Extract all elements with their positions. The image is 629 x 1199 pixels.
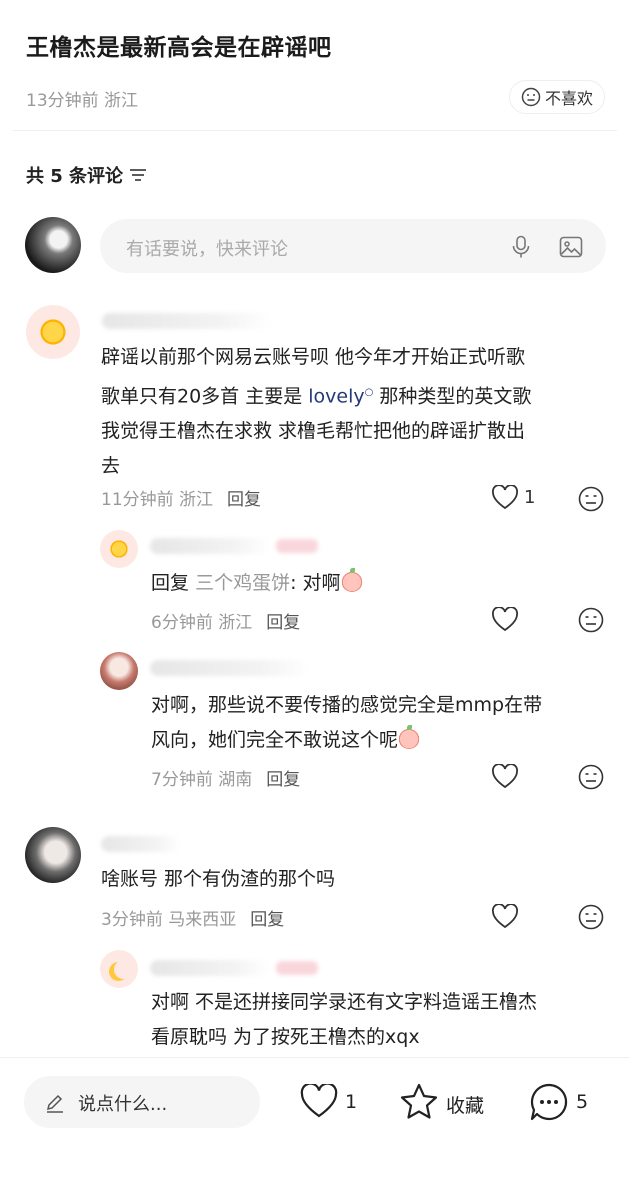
star-icon[interactable]	[398, 1081, 440, 1121]
reply-button[interactable]: 回复	[266, 765, 300, 790]
comment-line: 看原耽吗 为了按死王橹杰的xqx	[151, 1026, 420, 1048]
reply-to-user[interactable]: 三个鸡蛋饼	[195, 572, 290, 594]
author-badge-blurred	[276, 961, 318, 975]
neutral-face-icon[interactable]	[577, 903, 604, 930]
search-icon: ○	[364, 387, 374, 398]
username-blurred	[101, 836, 181, 852]
comment-time: 11分钟前	[101, 490, 174, 510]
say-something-placeholder: 说点什么...	[78, 1094, 168, 1115]
dislike-button[interactable]: 不喜欢	[509, 80, 605, 114]
post-time: 13分钟前	[26, 91, 99, 111]
comment-location: 马来西亚	[168, 910, 237, 930]
comment-text: 啥账号 那个有伪渣的那个吗	[101, 868, 336, 890]
heart-icon[interactable]	[490, 606, 520, 634]
post-like-count: 1	[345, 1091, 358, 1113]
username-blurred	[150, 660, 310, 676]
comment-input-placeholder: 有话要说，快来评论	[126, 239, 288, 260]
comment-line: 风向，她们完全不敢说这个呢	[151, 723, 611, 758]
comment-count-header[interactable]: 共 5 条评论	[26, 162, 147, 188]
heart-icon[interactable]	[298, 1083, 340, 1121]
reply-button[interactable]: 回复	[227, 485, 261, 510]
comment-time: 7分钟前	[151, 770, 213, 790]
heart-icon[interactable]	[490, 484, 520, 512]
chat-bubble-icon[interactable]	[528, 1081, 570, 1123]
peach-emoji-icon	[340, 568, 363, 592]
favorite-label[interactable]: 收藏	[446, 1091, 484, 1118]
comment-text: 回复 三个鸡蛋饼: 对啊	[151, 566, 363, 601]
comment-meta: 7分钟前 湖南 回复	[151, 765, 300, 790]
reply-prefix: 回复	[151, 572, 190, 594]
neutral-face-icon[interactable]	[577, 485, 604, 512]
comment-count-label: 共 5 条评论	[26, 166, 124, 187]
author-badge-blurred	[276, 539, 318, 553]
heart-icon[interactable]	[490, 763, 520, 791]
comment-text: 对啊 不是还拼接同学录还有文字料造谣王橹杰 看原耽吗 为了按死王橹杰的xqx	[151, 985, 611, 1055]
heart-icon[interactable]	[490, 903, 520, 931]
comment-text: 辟谣以前那个网易云账号呗 他今年才开始正式听歌 歌单只有20多首 主要是 lov…	[101, 340, 611, 484]
sort-icon	[130, 169, 147, 181]
username-blurred	[150, 538, 270, 554]
peach-emoji-icon	[398, 725, 421, 749]
comment-line: 歌单只有20多首 主要是 lovely○ 那种类型的英文歌	[101, 375, 611, 414]
avatar[interactable]	[100, 530, 138, 568]
comment-time: 3分钟前	[101, 910, 163, 930]
dislike-label: 不喜欢	[544, 89, 593, 108]
post-location: 浙江	[104, 91, 139, 111]
avatar[interactable]	[25, 827, 81, 883]
neutral-face-icon[interactable]	[577, 606, 604, 633]
comment-meta: 11分钟前 浙江 回复	[101, 485, 261, 510]
divider	[12, 130, 617, 131]
comment-line: 对啊 不是还拼接同学录还有文字料造谣王橹杰	[151, 991, 538, 1013]
like-count: 1	[524, 487, 536, 508]
comment-line: 对啊，那些说不要传播的感觉完全是mmp在带	[151, 694, 543, 716]
avatar[interactable]	[100, 652, 138, 690]
comment-line-part: 那种类型的英文歌	[379, 385, 532, 408]
comment-time: 6分钟前	[151, 613, 213, 633]
avatar[interactable]	[100, 950, 138, 988]
mic-icon[interactable]	[509, 234, 533, 260]
neutral-face-icon[interactable]	[577, 763, 604, 790]
avatar[interactable]	[26, 305, 80, 359]
comment-line-part: 歌单只有20多首 主要是	[101, 385, 303, 408]
comment-meta: 6分钟前 浙江 回复	[151, 608, 300, 633]
comment-text: 对啊，那些说不要传播的感觉完全是mmp在带 风向，她们完全不敢说这个呢	[151, 688, 611, 758]
comment-line: 我觉得王橹杰在求救 求橹毛帮忙把他的辟谣扩散出	[101, 420, 526, 443]
post-meta: 13分钟前 浙江	[26, 86, 138, 111]
comment-location: 浙江	[179, 490, 214, 510]
reply-button[interactable]: 回复	[266, 608, 300, 633]
comment-location: 浙江	[218, 613, 253, 633]
post-comment-count: 5	[576, 1091, 589, 1113]
reply-button[interactable]: 回复	[250, 905, 284, 930]
reply-text: : 对啊	[290, 572, 341, 594]
neutral-face-icon	[521, 87, 541, 107]
username-blurred	[102, 313, 272, 329]
comment-line: 去	[101, 455, 121, 478]
my-avatar	[25, 217, 81, 273]
comment-line: 辟谣以前那个网易云账号呗 他今年才开始正式听歌	[101, 346, 526, 368]
search-keyword-link[interactable]: lovely	[308, 385, 364, 407]
post-title: 王橹杰是最新高会是在辟谣吧	[26, 35, 332, 61]
username-blurred	[150, 960, 270, 976]
image-icon[interactable]	[558, 234, 584, 260]
comment-meta: 3分钟前 马来西亚 回复	[101, 905, 284, 930]
comment-line-part: 风向，她们完全不敢说这个呢	[151, 729, 399, 751]
comment-location: 湖南	[218, 770, 253, 790]
pencil-icon	[44, 1092, 66, 1114]
